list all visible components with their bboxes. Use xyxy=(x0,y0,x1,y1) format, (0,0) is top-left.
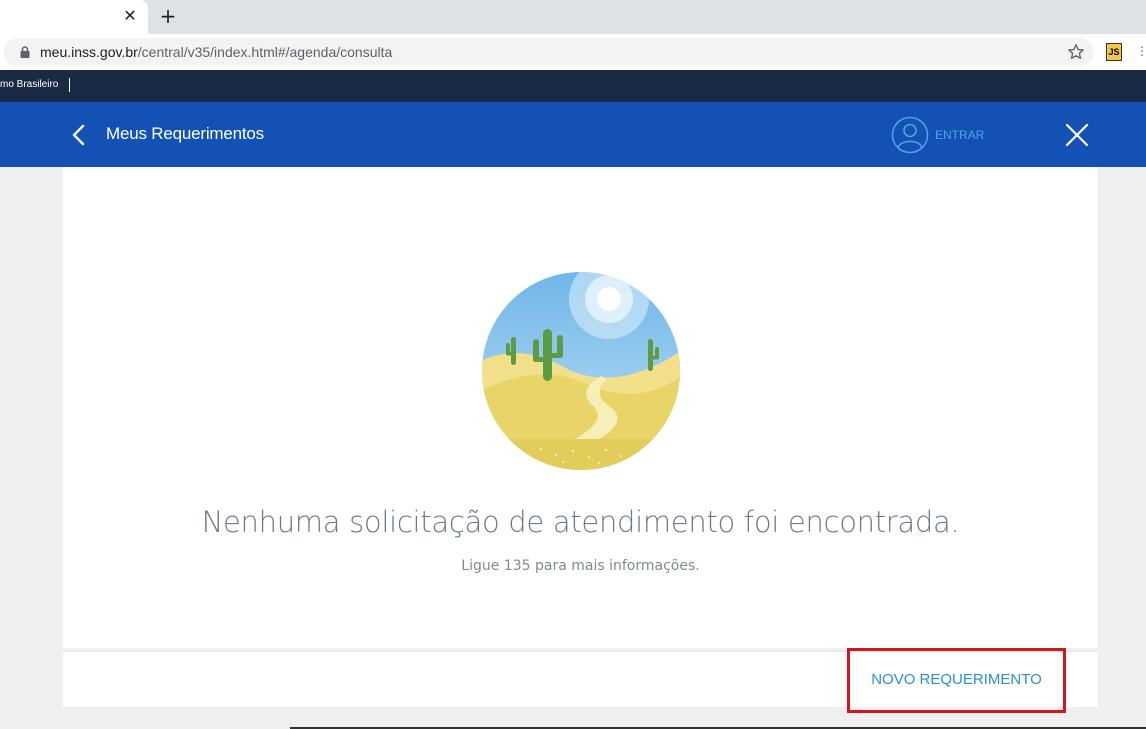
login-link[interactable]: ENTRAR xyxy=(935,128,984,142)
tab-close-icon[interactable]: ✕ xyxy=(120,6,140,26)
address-bar-row: meu.inss.gov.br/central/v35/index.html#/… xyxy=(0,34,1146,70)
government-bar-divider xyxy=(69,78,70,92)
js-extension-icon[interactable]: JS xyxy=(1106,43,1122,61)
browser-tab-strip: ✕ + xyxy=(0,0,1146,34)
empty-state-title: Nenhuma solicitação de atendimento foi e… xyxy=(201,505,960,539)
government-bar: mo Brasileiro xyxy=(0,70,1146,102)
close-icon[interactable] xyxy=(1064,122,1090,148)
app-header: Meus Requerimentos ENTRAR xyxy=(0,102,1146,167)
new-request-label: NOVO REQUERIMENTO xyxy=(871,671,1042,688)
url-path: /central/v35/index.html#/agenda/consulta xyxy=(137,44,393,60)
back-chevron-icon[interactable] xyxy=(70,123,88,147)
address-bar[interactable]: meu.inss.gov.br/central/v35/index.html#/… xyxy=(4,38,1094,66)
extension-more-icon[interactable]: ⋮ xyxy=(1136,44,1146,58)
bookmark-star-icon[interactable] xyxy=(1067,43,1085,61)
url-host: meu.inss.gov.br xyxy=(40,44,138,60)
page-title: Meus Requerimentos xyxy=(106,124,264,143)
url-text[interactable]: meu.inss.gov.br/central/v35/index.html#/… xyxy=(40,43,392,61)
desert-illustration xyxy=(482,272,680,470)
lock-icon xyxy=(20,46,30,58)
new-tab-button[interactable]: + xyxy=(157,5,179,27)
empty-state-subtitle: Ligue 135 para mais informações. xyxy=(461,558,700,574)
empty-state-card: Nenhuma solicitação de atendimento foi e… xyxy=(63,167,1098,648)
browser-tab[interactable]: ✕ xyxy=(0,0,148,34)
new-request-button[interactable]: NOVO REQUERIMENTO xyxy=(847,648,1066,713)
government-bar-text: mo Brasileiro xyxy=(0,79,59,90)
user-icon[interactable] xyxy=(891,116,929,154)
